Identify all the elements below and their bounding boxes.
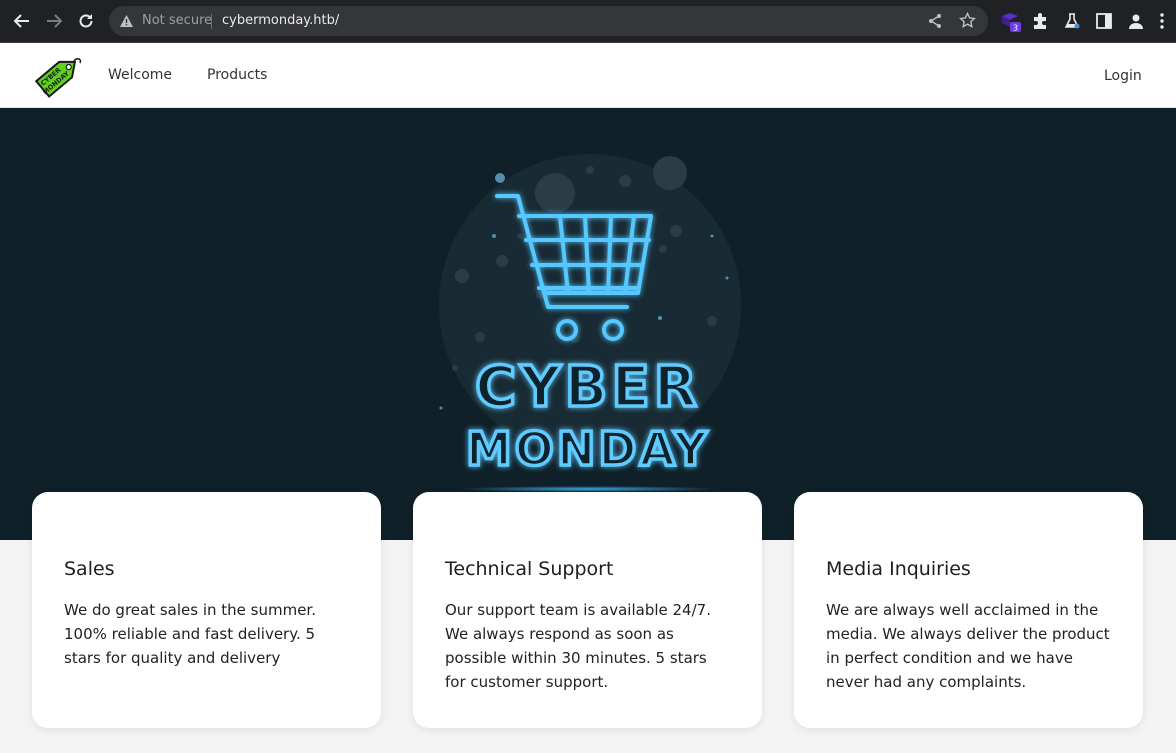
card-technical-support: Technical Support Our support team is av… bbox=[413, 492, 762, 728]
security-label: Not secure bbox=[142, 13, 213, 28]
puzzle-icon[interactable] bbox=[1029, 10, 1051, 32]
url-text: cybermonday.htb/ bbox=[222, 13, 340, 28]
address-bar[interactable]: Not secure cybermonday.htb/ bbox=[109, 6, 988, 36]
omnibox-divider bbox=[211, 14, 212, 29]
card-media-inquiries: Media Inquiries We are always well accla… bbox=[794, 492, 1143, 728]
card-text: We do great sales in the summer. 100% re… bbox=[64, 601, 316, 667]
extension-badge: 3 bbox=[1013, 24, 1018, 33]
bookmark-star-icon[interactable] bbox=[959, 11, 976, 33]
card-sales: Sales We do great sales in the summer. 1… bbox=[32, 492, 381, 728]
card-title: Technical Support bbox=[445, 558, 614, 580]
back-icon[interactable] bbox=[9, 9, 35, 33]
profile-icon[interactable] bbox=[1125, 10, 1147, 32]
hero-title-line1: CYBER bbox=[475, 355, 701, 420]
warning-icon[interactable] bbox=[119, 13, 134, 32]
card-text: We are always well acclaimed in the medi… bbox=[826, 601, 1110, 691]
card-text: Our support team is available 24/7. We a… bbox=[445, 601, 711, 691]
nav-products[interactable]: Products bbox=[207, 67, 267, 83]
forward-icon[interactable] bbox=[41, 9, 67, 33]
share-icon[interactable] bbox=[927, 13, 943, 33]
logo[interactable]: CYBER MONDAY bbox=[32, 50, 84, 106]
nav-welcome[interactable]: Welcome bbox=[108, 67, 172, 83]
menu-kebab-icon[interactable] bbox=[1155, 10, 1169, 32]
card-title: Media Inquiries bbox=[826, 558, 971, 580]
extension-icon[interactable]: 3 bbox=[999, 10, 1021, 32]
reload-icon[interactable] bbox=[73, 9, 99, 33]
hero-banner: CYBER MONDAY bbox=[0, 108, 1176, 540]
flask-icon[interactable] bbox=[1061, 10, 1083, 32]
login-link[interactable]: Login bbox=[1104, 68, 1142, 84]
hero-title-line2: MONDAY bbox=[466, 422, 710, 476]
card-title: Sales bbox=[64, 558, 115, 580]
browser-toolbar: Not secure cybermonday.htb/ 3 bbox=[0, 0, 1176, 43]
hero-graphic: CYBER MONDAY bbox=[439, 154, 741, 492]
sidepanel-icon[interactable] bbox=[1093, 10, 1115, 32]
site-header: CYBER MONDAY Welcome Products Login bbox=[0, 43, 1176, 108]
